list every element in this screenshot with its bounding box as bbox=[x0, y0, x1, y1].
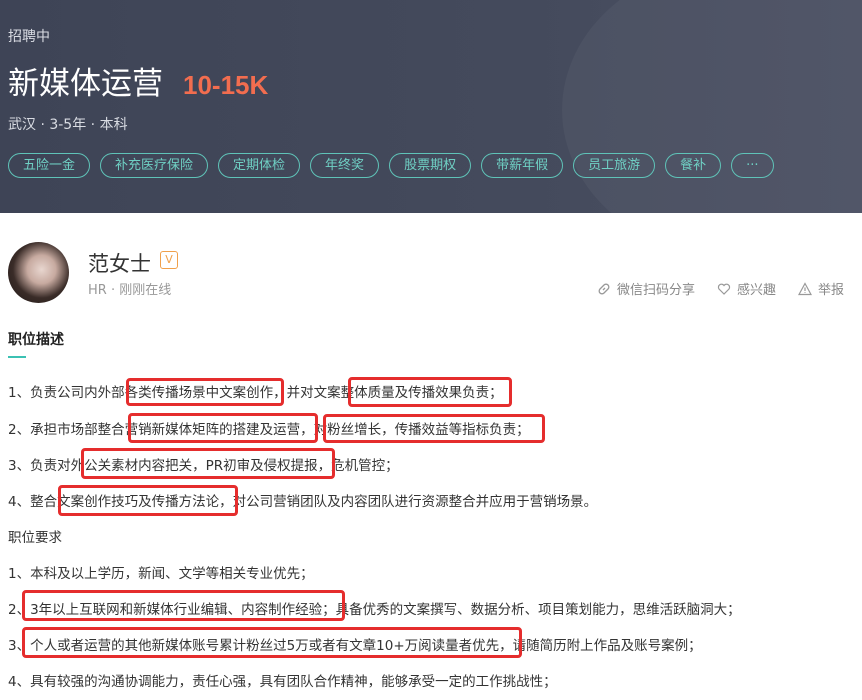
report-label: 举报 bbox=[817, 283, 844, 298]
header-decoration bbox=[562, 0, 862, 213]
share-button[interactable]: 微信扫码分享 bbox=[597, 279, 695, 298]
avatar[interactable] bbox=[8, 242, 69, 303]
recruiter-info: HR · 刚刚在线 bbox=[88, 283, 172, 298]
highlight-box bbox=[126, 378, 284, 406]
highlight-box bbox=[22, 590, 345, 621]
requirements-heading: 职位要求 bbox=[8, 530, 62, 546]
job-status: 招聘中 bbox=[8, 29, 50, 45]
highlight-box bbox=[81, 448, 335, 479]
job-header: 招聘中 新媒体运营 10-15K 武汉 · 3-5年 · 本科 五险一金 补充医… bbox=[0, 0, 862, 213]
benefit-tag: 年终奖 bbox=[310, 153, 380, 178]
salary: 10-15K bbox=[183, 70, 269, 100]
requirement-line: 4、具有较强的沟通协调能力，责任心强，具有团队合作精神，能够承受一定的工作挑战性… bbox=[8, 674, 557, 690]
benefit-tag: 补充医疗保险 bbox=[100, 153, 209, 178]
heart-icon bbox=[717, 283, 731, 295]
action-bar: 微信扫码分享 感兴趣 举报 bbox=[575, 279, 844, 298]
highlight-box bbox=[128, 413, 318, 443]
benefit-tag: 定期体检 bbox=[218, 153, 301, 178]
link-icon bbox=[598, 283, 610, 294]
benefit-tag: 五险一金 bbox=[8, 153, 91, 178]
requirement-line: 1、本科及以上学历，新闻、文学等相关专业优先； bbox=[8, 566, 314, 582]
section-title: 职位描述 bbox=[8, 332, 64, 348]
report-button[interactable]: 举报 bbox=[797, 279, 844, 298]
job-meta: 武汉 · 3-5年 · 本科 bbox=[8, 117, 128, 133]
more-tags-button[interactable]: ··· bbox=[731, 153, 774, 178]
interest-label: 感兴趣 bbox=[736, 283, 776, 298]
warning-icon bbox=[797, 281, 812, 295]
recruiter-name: 范女士 bbox=[88, 252, 151, 276]
job-title: 新媒体运营 bbox=[8, 66, 163, 102]
highlight-box bbox=[22, 627, 522, 658]
benefit-tag: 股票期权 bbox=[389, 153, 472, 178]
section-underline bbox=[8, 356, 26, 358]
benefit-tags: 五险一金 补充医疗保险 定期体检 年终奖 股票期权 带薪年假 员工旅游 餐补 ·… bbox=[8, 153, 784, 178]
highlight-box bbox=[58, 485, 238, 516]
highlight-box bbox=[323, 414, 545, 443]
benefit-tag: 员工旅游 bbox=[573, 153, 656, 178]
title-row: 新媒体运营 10-15K bbox=[8, 58, 268, 103]
benefit-tag: 带薪年假 bbox=[481, 153, 564, 178]
highlight-box bbox=[348, 377, 512, 407]
interest-button[interactable]: 感兴趣 bbox=[717, 279, 776, 298]
verified-icon: V bbox=[160, 251, 178, 269]
share-label: 微信扫码分享 bbox=[616, 283, 695, 298]
benefit-tag: 餐补 bbox=[665, 153, 722, 178]
